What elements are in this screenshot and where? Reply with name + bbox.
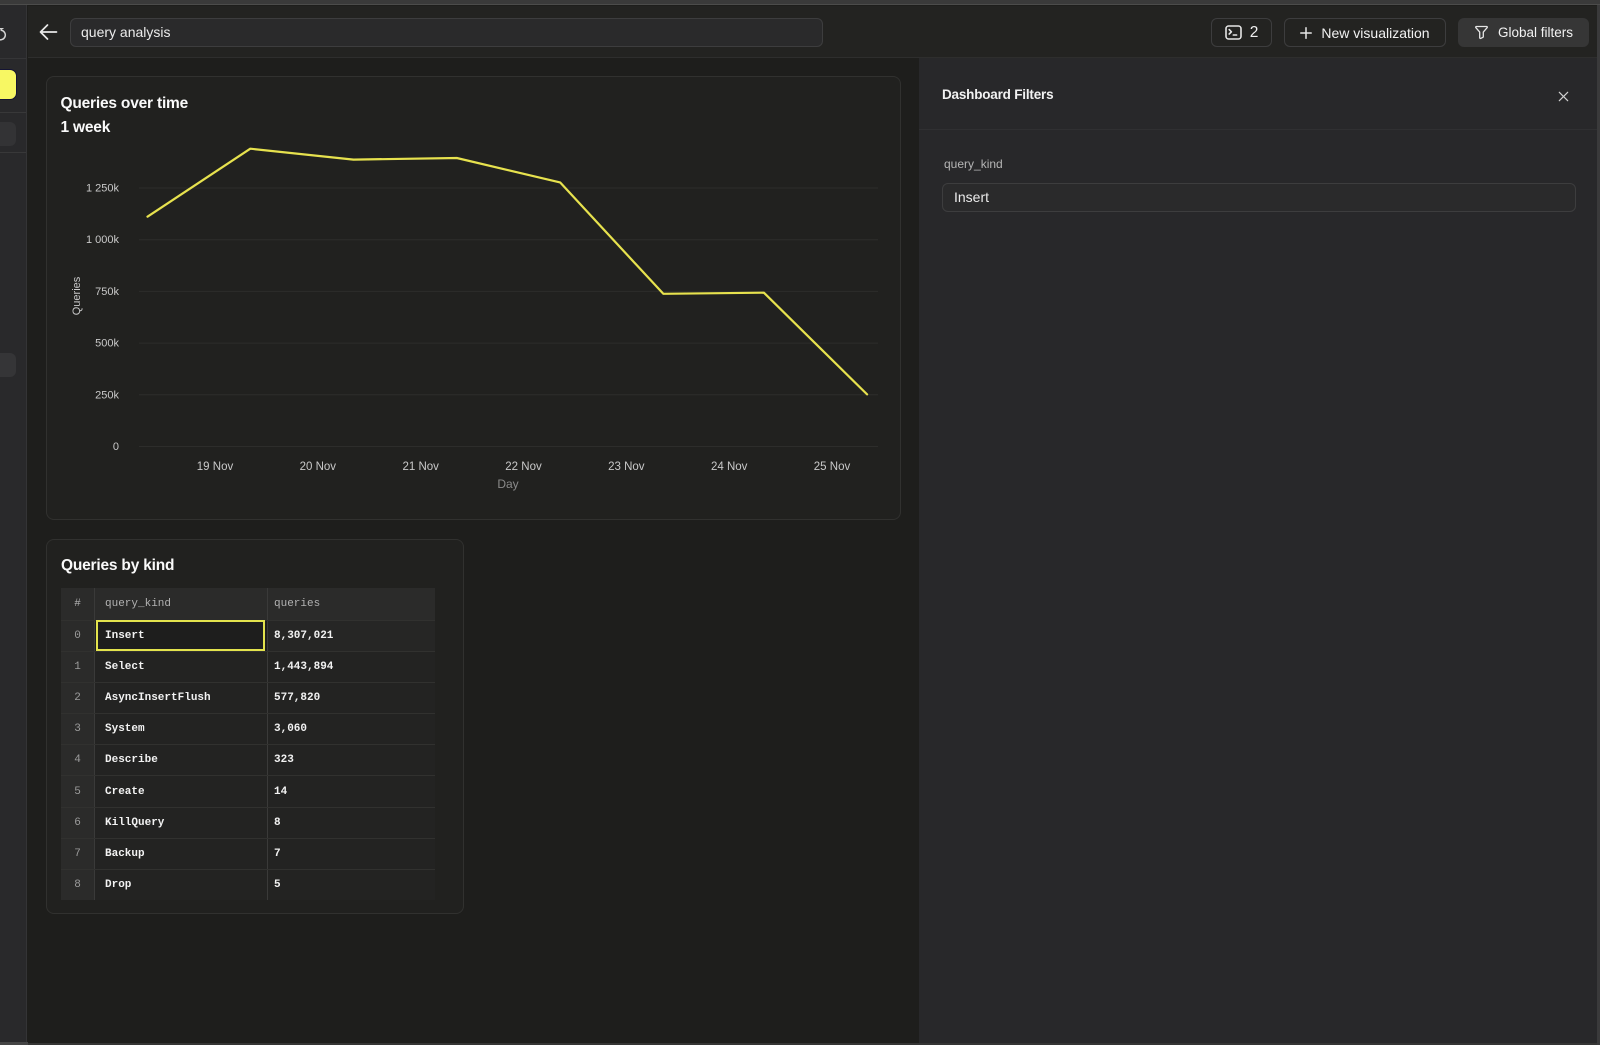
svg-text:1 250k: 1 250k [86,183,120,195]
svg-text:0: 0 [113,441,119,453]
svg-text:24 Nov: 24 Nov [711,461,748,473]
svg-text:500k: 500k [95,338,119,350]
svg-text:Queries: Queries [71,276,83,315]
svg-text:21 Nov: 21 Nov [402,461,439,473]
svg-text:20 Nov: 20 Nov [300,461,337,473]
svg-text:250k: 250k [95,389,119,401]
svg-text:Day: Day [497,477,518,491]
svg-text:23 Nov: 23 Nov [608,461,645,473]
svg-text:750k: 750k [95,286,119,298]
svg-text:19 Nov: 19 Nov [197,461,234,473]
svg-text:1 000k: 1 000k [86,234,120,246]
svg-text:22 Nov: 22 Nov [505,461,542,473]
svg-text:25 Nov: 25 Nov [814,461,851,473]
